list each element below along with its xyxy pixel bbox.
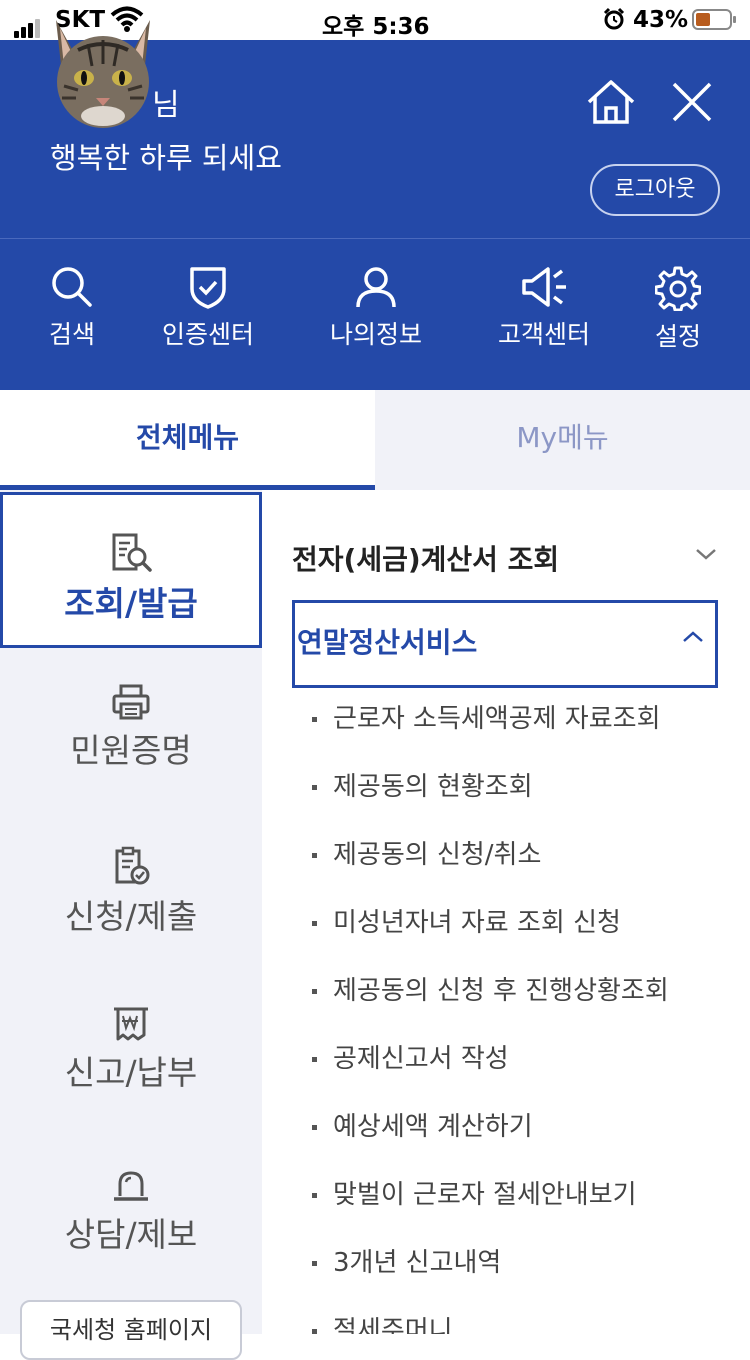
year-end-settlement-submenu: 근로자 소득세액공제 자료조회 제공동의 현황조회 제공동의 신청/취소 미성년… bbox=[312, 690, 732, 1334]
category-application-submission-label: 신청/제출 bbox=[64, 897, 198, 936]
gear-icon bbox=[655, 266, 701, 311]
section-e-invoice-inquiry[interactable]: 전자(세금)계산서 조회 bbox=[292, 538, 718, 588]
quick-nav-settings-label: 설정 bbox=[654, 322, 701, 351]
avatar bbox=[48, 16, 158, 132]
shield-check-icon bbox=[190, 267, 226, 309]
alarm-icon bbox=[602, 7, 626, 37]
siren-icon bbox=[114, 1171, 148, 1201]
nts-homepage-button[interactable]: 국세청 홈페이지 bbox=[20, 1300, 242, 1360]
battery-percent: 43% bbox=[633, 7, 689, 33]
category-civil-certificates-label: 민원증명 bbox=[70, 731, 192, 770]
submenu-item[interactable]: 근로자 소득세액공제 자료조회 bbox=[312, 690, 732, 758]
receipt-won-icon bbox=[114, 1007, 148, 1041]
quick-nav-auth-center[interactable]: 인증센터 bbox=[150, 265, 266, 365]
clock-time: 오후 5:36 bbox=[322, 14, 430, 40]
category-consultation-report[interactable]: 상담/제보 bbox=[0, 1168, 262, 1288]
category-application-submission[interactable]: 신청/제출 bbox=[0, 846, 262, 966]
section-year-end-settlement[interactable]: 연말정산서비스 bbox=[292, 600, 718, 688]
logout-button[interactable]: 로그아웃 bbox=[590, 164, 720, 216]
menu-header: 님 행복한 하루 되세요 로그아웃 검색 인증센터 나의정보 고객센터 설정 bbox=[0, 20, 750, 390]
chevron-up-icon bbox=[683, 631, 703, 642]
greeting-message: 행복한 하루 되세요 bbox=[50, 141, 282, 175]
chevron-down-icon bbox=[696, 549, 716, 560]
quick-nav-my-info[interactable]: 나의정보 bbox=[318, 265, 434, 365]
submenu-item[interactable]: 맞벌이 근로자 절세안내보기 bbox=[312, 1166, 732, 1234]
search-icon bbox=[52, 267, 92, 307]
signal-strength-icon bbox=[14, 12, 42, 38]
quick-nav-search-label: 검색 bbox=[48, 320, 95, 349]
quick-nav-customer-center[interactable]: 고객센터 bbox=[486, 265, 602, 365]
submenu-panel: 전자(세금)계산서 조회 연말정산서비스 근로자 소득세액공제 자료조회 제공동… bbox=[262, 490, 750, 1334]
quick-nav-auth-center-label: 인증센터 bbox=[161, 320, 254, 349]
home-icon bbox=[587, 80, 635, 124]
person-icon bbox=[356, 267, 396, 308]
quick-nav-settings[interactable]: 설정 bbox=[638, 265, 718, 365]
submenu-item[interactable]: 예상세액 계산하기 bbox=[312, 1098, 732, 1166]
submenu-item[interactable]: 제공동의 현황조회 bbox=[312, 758, 732, 826]
document-search-icon bbox=[112, 533, 152, 572]
category-inquiry-issuance-label: 조회/발급 bbox=[64, 584, 198, 623]
category-report-payment[interactable]: 신고/납부 bbox=[0, 1006, 262, 1126]
quick-nav: 검색 인증센터 나의정보 고객센터 설정 bbox=[0, 265, 750, 365]
submenu-item[interactable]: 3개년 신고내역 bbox=[312, 1234, 732, 1302]
category-civil-certificates[interactable]: 민원증명 bbox=[0, 684, 262, 804]
tab-all-menu[interactable]: 전체메뉴 bbox=[0, 390, 375, 490]
header-divider bbox=[0, 238, 750, 239]
menu-tabs: 전체메뉴 My메뉴 bbox=[0, 390, 750, 490]
submenu-item[interactable]: 제공동의 신청 후 진행상황조회 bbox=[312, 962, 732, 1030]
category-consultation-report-label: 상담/제보 bbox=[64, 1215, 198, 1254]
category-report-payment-label: 신고/납부 bbox=[64, 1053, 198, 1092]
printer-icon bbox=[112, 684, 150, 720]
category-inquiry-issuance[interactable]: 조회/발급 bbox=[0, 492, 262, 648]
quick-nav-search[interactable]: 검색 bbox=[32, 265, 112, 365]
close-button[interactable] bbox=[668, 78, 716, 126]
section-year-end-settlement-title: 연말정산서비스 bbox=[297, 626, 478, 659]
close-icon bbox=[672, 82, 712, 122]
submenu-item[interactable]: 미성년자녀 자료 조회 신청 bbox=[312, 894, 732, 962]
megaphone-icon bbox=[522, 267, 566, 307]
section-e-invoice-inquiry-title: 전자(세금)계산서 조회 bbox=[292, 543, 560, 576]
tab-my-menu[interactable]: My메뉴 bbox=[375, 390, 750, 490]
clipboard-check-icon bbox=[115, 846, 150, 885]
quick-nav-my-info-label: 나의정보 bbox=[329, 320, 422, 349]
greeting-name: 님 bbox=[152, 88, 180, 123]
submenu-item[interactable]: 제공동의 신청/취소 bbox=[312, 826, 732, 894]
submenu-item[interactable]: 절세주머니 bbox=[312, 1302, 732, 1334]
home-button[interactable] bbox=[585, 78, 637, 126]
battery-icon bbox=[692, 9, 736, 30]
quick-nav-customer-center-label: 고객센터 bbox=[497, 320, 590, 349]
submenu-item[interactable]: 공제신고서 작성 bbox=[312, 1030, 732, 1098]
category-rail: 조회/발급 민원증명 신청/제출 신고/납부 상담/제보 국세청 홈페이지 bbox=[0, 490, 262, 1360]
